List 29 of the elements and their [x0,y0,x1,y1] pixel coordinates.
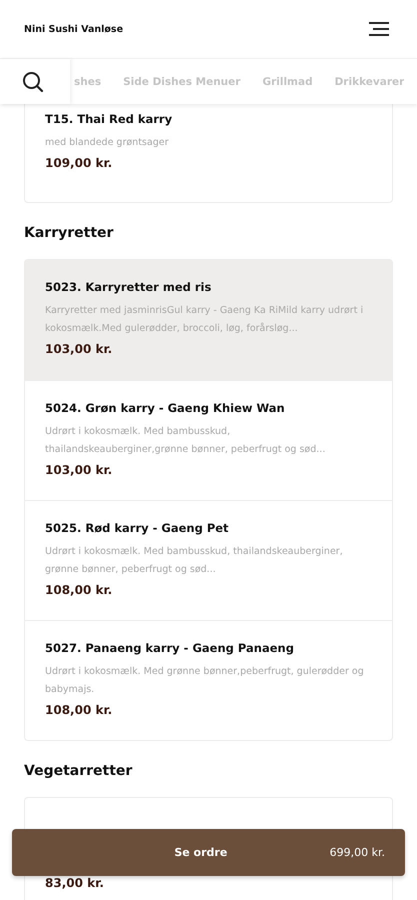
item-price: 103,00 kr. [45,342,114,356]
item-description: Udrørt i kokosmælk. Med bambusskud, thailandskeauberginer, grønne bønner, peberfrugt og sød... [45,545,344,577]
item-description: Udrørt i kokosmælk. Med grønne bønner,peberfrugt, gulerødder og babymajs. [45,665,365,697]
order-total: 699,00 kr. [330,846,385,859]
item-description: Udrørt i kokosmælk. Med bambusskud, thailandskeauberginer,grønne bønner, peberfrugt og sød... [45,425,326,457]
section-heading: Karryretter [24,225,114,241]
view-order-button[interactable]: Se ordre 699,00 kr. [12,829,405,876]
item-description: med blandede grøntsager [45,136,170,150]
item-price: 83,00 kr. [45,876,105,890]
section-heading: Vegetarretter [24,763,134,779]
restaurant-name: Nini Sushi Vanløse [24,24,124,34]
order-label: Se ordre [173,846,228,859]
item-name: T15. Thai Red karry [45,112,174,126]
menu-item[interactable]: T15. Thai Red karry med blandede grøntsager 109,00 kr. [25,104,392,202]
item-name: 5027. Panaeng karry - Gaeng Panaeng [45,641,295,655]
menu-item[interactable]: 5025. Rød karry - Gaeng Pet Udrørt i kokosmælk. Med bambusskud, thailandskeauberginer, grønne bønner, peberfrugt og sød... 108,00 kr. [25,500,392,620]
search-icon [22,70,44,92]
menu-icon [369,22,389,36]
menu-item[interactable]: 5023. Karryretter med ris Karryretter med jasminrisGul karry - Gaeng Ka RiMild karry udrørt i kokosmælk.Med gulerødder, broccoli, løg, forårsløg... 103,00 kr. [25,260,392,380]
menu-item[interactable]: 5024. Grøn karry - Gaeng Khiew Wan Udrørt i kokosmælk. Med bambusskud, thailandskeauberginer,grønne bønner, peberfrugt og sød... 103,00 kr. [25,380,392,500]
menu-item[interactable]: 5027. Panaeng karry - Gaeng Panaeng Udrørt i kokosmælk. Med grønne bønner,peberfrugt, gulerødder og babymajs. 108,00 kr. [25,620,392,740]
item-price: 108,00 kr. [45,583,114,597]
item-name: 5024. Grøn karry - Gaeng Khiew Wan [45,401,286,415]
item-price: 109,00 kr. [45,156,114,170]
item-description: Karryretter med jasminrisGul karry - Gaeng Ka RiMild karry udrørt i kokosmælk.Med gulerødder, broccoli, løg, forårsløg... [45,304,364,336]
item-name: 5025. Rød karry - Gaeng Pet [45,521,230,535]
item-name: 5023. Karryretter med ris [45,280,212,294]
item-price: 108,00 kr. [45,703,114,717]
item-price: 103,00 kr. [45,463,114,477]
